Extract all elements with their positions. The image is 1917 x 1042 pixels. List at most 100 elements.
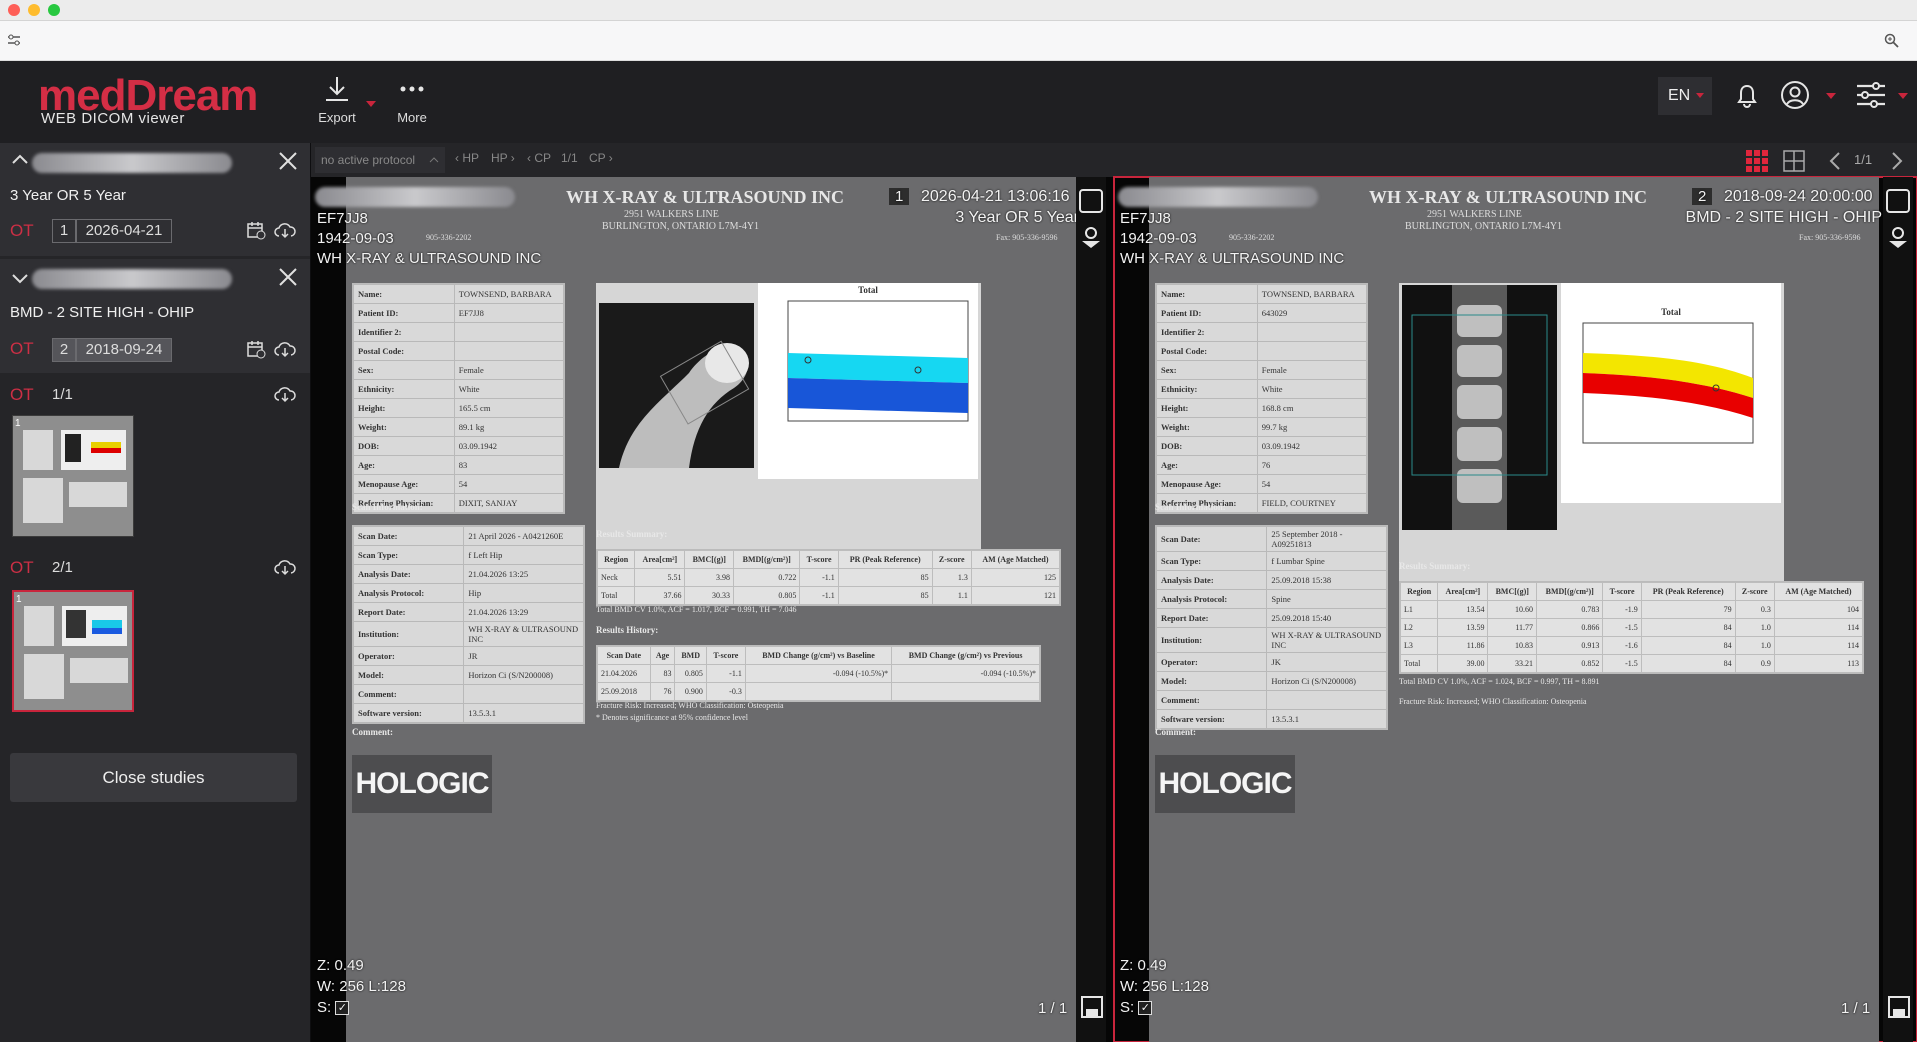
chevron-right-icon[interactable] xyxy=(1891,152,1903,170)
table-cell: 113 xyxy=(1773,654,1864,673)
protocol-select[interactable]: no active protocol xyxy=(315,147,445,173)
close-icon[interactable] xyxy=(278,151,298,171)
table-cell: Area[cm²] xyxy=(634,550,686,569)
sync-checkbox[interactable]: ✓ xyxy=(335,1001,350,1016)
table-row: Total 37.66 30.33 0.805 -1.1 85 1.1 121 xyxy=(596,586,1061,605)
save-icon[interactable] xyxy=(1080,995,1104,1019)
field-value: Hip xyxy=(463,583,584,603)
protocol-bar: no active protocol ‹ HP HP › ‹ CP 1/1 CP… xyxy=(311,143,1917,177)
overlay-sync: S: ✓ xyxy=(1120,999,1153,1016)
hp-next-button[interactable]: HP › xyxy=(491,151,515,165)
patient-name-redacted xyxy=(32,153,232,173)
field-label: Sex: xyxy=(1156,360,1258,380)
patient-info-table: Name: TOWNSEND, BARBARA Patient ID: EF7JJ8 I… xyxy=(352,283,565,514)
minimize-window-button[interactable] xyxy=(28,4,40,16)
table-row: Scan Date: 25 September 2018 - A09251813 xyxy=(1155,526,1387,552)
language-select[interactable]: EN xyxy=(1658,77,1712,115)
settings-sliders-icon[interactable] xyxy=(7,34,21,46)
sync-checkbox[interactable]: ✓ xyxy=(1138,1001,1153,1016)
bell-icon[interactable] xyxy=(1736,83,1758,109)
calendar-icon[interactable] xyxy=(246,220,266,240)
close-icon[interactable] xyxy=(278,267,298,287)
field-label: Institution: xyxy=(1155,627,1268,653)
cloud-download-icon[interactable] xyxy=(274,558,296,576)
report-company: WH X-RAY & ULTRASOUND INC xyxy=(566,187,845,207)
table-row: Software version: 13.5.3.1 xyxy=(1155,709,1387,729)
export-label: Export xyxy=(318,110,356,125)
table-row: Comment: xyxy=(1155,690,1387,710)
scan-info-table: Scan Date: 25 September 2018 - A09251813 S… xyxy=(1155,525,1388,730)
chevron-up-icon[interactable] xyxy=(12,151,28,169)
field-label: Report Date: xyxy=(352,602,465,622)
camera-icon[interactable] xyxy=(1079,189,1103,213)
field-label: Age: xyxy=(1156,455,1258,475)
table-row: Name: TOWNSEND, BARBARA xyxy=(1156,284,1368,304)
hip-scan-image xyxy=(599,303,754,468)
table-cell: 85 xyxy=(837,568,933,587)
close-studies-button[interactable]: Close studies xyxy=(10,753,297,802)
grid-layout-icon[interactable] xyxy=(1746,150,1768,172)
table-cell: 5.51 xyxy=(634,568,686,587)
table-header-row: Scan Date Age BMD T-score BMD Change (g/cm²)… xyxy=(597,646,1040,665)
more-button[interactable]: More xyxy=(392,75,432,125)
significance-note: * Denotes significance at 95% confidence… xyxy=(596,713,748,722)
calendar-icon[interactable] xyxy=(246,339,266,359)
chevron-up-icon xyxy=(429,157,439,163)
series-thumbnail-selected[interactable]: 1 xyxy=(12,590,134,712)
field-value: 03.09.1942 xyxy=(1256,436,1368,456)
field-label: Patient ID: xyxy=(1156,303,1258,323)
camera-icon[interactable] xyxy=(1886,189,1910,213)
table-cell: BMD[(g/cm²)] xyxy=(1536,582,1604,601)
study-date: 2018-09-24 xyxy=(76,338,172,362)
chevron-down-icon[interactable] xyxy=(12,271,28,289)
layout-icon[interactable] xyxy=(1783,150,1805,172)
table-row: L1 13.54 10.60 0.783 -1.9 79 0.3 104 xyxy=(1399,600,1864,619)
zoom-icon[interactable] xyxy=(1884,33,1900,49)
id-badge-icon[interactable] xyxy=(1887,225,1909,249)
series-item[interactable]: OT 1/1 1 xyxy=(0,381,310,551)
table-cell: BMD Change (g/cm²) vs Previous xyxy=(891,646,1040,665)
hp-prev-button[interactable]: ‹ HP xyxy=(455,151,479,165)
export-button[interactable]: Export xyxy=(316,75,358,125)
user-icon[interactable] xyxy=(1780,80,1810,110)
chevron-left-icon[interactable] xyxy=(1829,152,1841,170)
save-icon[interactable] xyxy=(1887,995,1911,1019)
menu-icon[interactable] xyxy=(1856,81,1886,109)
overlay-window-level: W: 256 L:128 xyxy=(1120,978,1209,995)
cloud-download-icon[interactable] xyxy=(274,221,296,239)
table-cell: -0.094 (-10.5%)* xyxy=(891,664,1040,683)
user-dropdown-caret[interactable] xyxy=(1826,93,1836,99)
export-dropdown-caret[interactable] xyxy=(366,101,376,107)
viewport-left[interactable]: WH X-RAY & ULTRASOUND INC 2951 WALKERS L… xyxy=(311,177,1114,1042)
fracture-note: Fracture Risk: Increased; WHO Classifica… xyxy=(1399,697,1587,706)
overlay-datetime: 2018-09-24 20:00:00 xyxy=(1724,188,1873,205)
id-badge-icon[interactable] xyxy=(1080,225,1102,249)
field-value: f Lumbar Spine xyxy=(1266,551,1387,571)
cp-prev-button[interactable]: ‹ CP xyxy=(527,151,551,165)
series-thumbnail[interactable]: 1 xyxy=(12,415,134,537)
table-cell: 0.783 xyxy=(1536,600,1604,619)
table-row: Patient ID: 643029 xyxy=(1156,303,1368,323)
menu-dropdown-caret[interactable] xyxy=(1898,93,1908,99)
field-label: Model: xyxy=(1155,671,1268,691)
table-row: Ethnicity: White xyxy=(1156,379,1368,399)
field-value: 21.04.2026 13:29 xyxy=(463,602,584,622)
field-label: Menopause Age: xyxy=(353,474,455,494)
table-row: Total 39.00 33.21 0.852 -1.5 84 0.9 113 xyxy=(1399,654,1864,673)
study-card[interactable]: BMD - 2 SITE HIGH - OHIP OT 2 2018-09-24 xyxy=(0,259,310,373)
close-window-button[interactable] xyxy=(8,4,20,16)
cp-next-button[interactable]: CP › xyxy=(589,151,613,165)
table-cell: PR (Peak Reference) xyxy=(1640,582,1736,601)
cloud-download-icon[interactable] xyxy=(274,340,296,358)
viewport-toolbar xyxy=(1883,177,1913,1042)
field-label: Menopause Age: xyxy=(1156,474,1258,494)
viewport-right[interactable]: WH X-RAY & ULTRASOUND INC 2951 WALKERS L… xyxy=(1113,176,1917,1042)
chevron-down-icon xyxy=(1696,93,1704,98)
study-card[interactable]: 3 Year OR 5 Year OT 1 2026-04-21 xyxy=(0,143,310,256)
field-label: Analysis Protocol: xyxy=(352,583,465,603)
series-item[interactable]: OT 2/1 1 xyxy=(0,554,310,729)
zoom-window-button[interactable] xyxy=(48,4,60,16)
overlay-datetime: 2026-04-21 13:06:16 xyxy=(921,188,1070,205)
table-cell: 79 xyxy=(1640,600,1736,619)
cloud-download-icon[interactable] xyxy=(274,385,296,403)
